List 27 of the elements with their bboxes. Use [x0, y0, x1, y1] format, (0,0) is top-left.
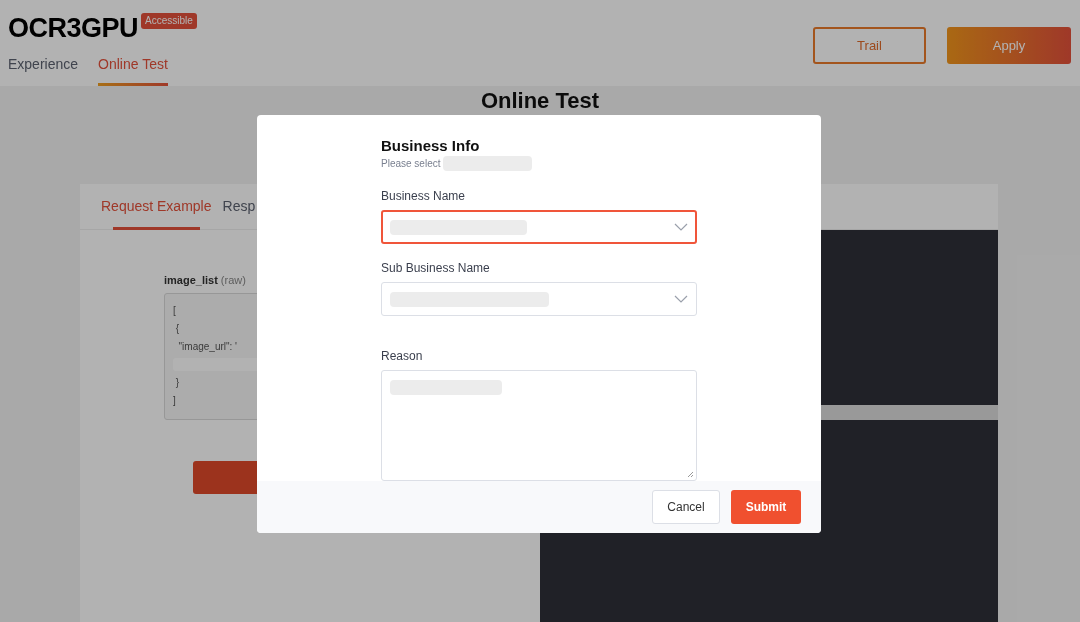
nav-tab[interactable]: Online Test	[98, 56, 168, 86]
code-line: "image_url": '	[177, 340, 238, 353]
chevron-down-icon	[674, 295, 688, 303]
dialog-title: Business Info	[381, 137, 481, 155]
code-line: ]	[173, 394, 176, 407]
reason-textarea[interactable]	[381, 370, 697, 481]
card-tab[interactable]: Request Example	[101, 184, 212, 229]
page-title: Online Test	[480, 89, 600, 113]
trail-button[interactable]: Trail	[813, 27, 926, 64]
select-field[interactable]	[381, 210, 697, 244]
logo: OCR3GPU	[8, 13, 139, 43]
status-badge: Accessible	[141, 13, 197, 29]
field-label: Sub Business Name	[381, 261, 491, 275]
apply-button[interactable]: Apply	[947, 27, 1071, 64]
cancel-button[interactable]: Cancel	[652, 490, 720, 524]
param-label: image_list (raw)	[164, 274, 246, 286]
code-line: {	[174, 322, 180, 335]
submit-button[interactable]: Submit	[731, 490, 801, 524]
chevron-down-icon	[674, 223, 688, 231]
resize-handle-icon	[687, 471, 694, 478]
card-tab[interactable]: Resp	[222, 184, 256, 229]
field-label: Business Name	[381, 189, 467, 203]
nav-tab[interactable]: Experience	[8, 56, 79, 86]
field-label: Reason	[381, 349, 424, 363]
code-line: [	[173, 304, 176, 317]
dialog-subtitle: Please select	[381, 158, 441, 169]
code-line: }	[174, 376, 180, 389]
